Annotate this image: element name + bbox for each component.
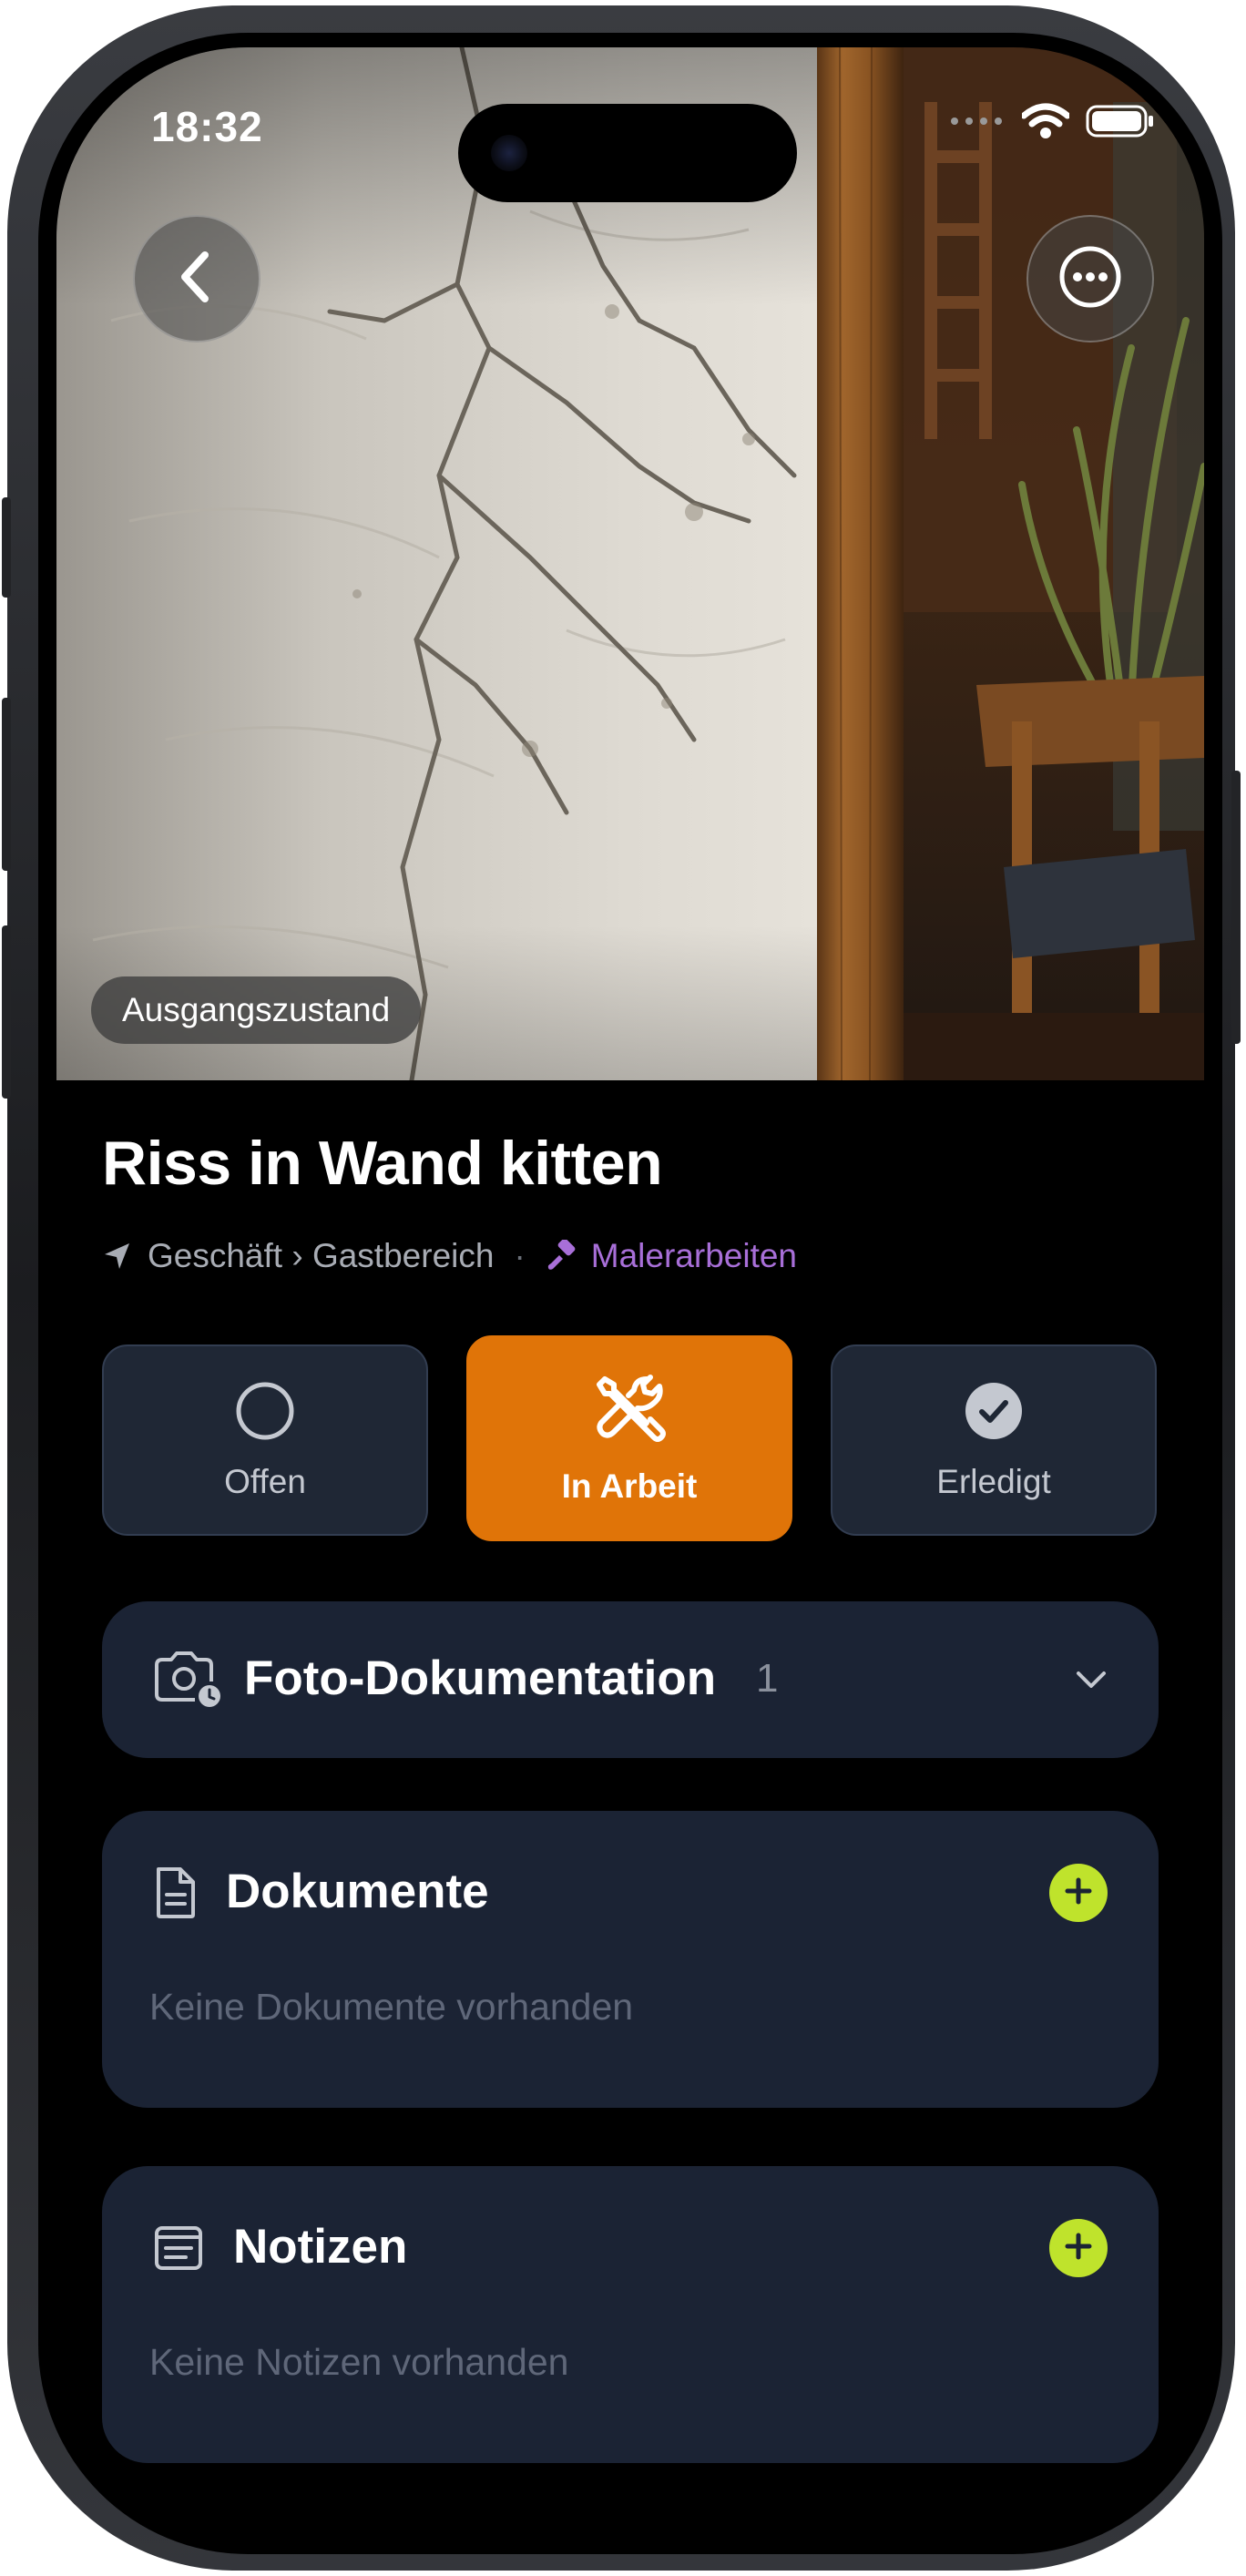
status-in-progress-button[interactable]: In Arbeit — [466, 1335, 792, 1541]
status-bar: 18:32 — [56, 47, 1204, 202]
phone-bezel: 18:32 Ausgangszustand Riss in Wand kitte… — [38, 33, 1222, 2554]
notes-empty-text: Keine Notizen vorhanden — [149, 2341, 569, 2383]
add-note-button[interactable] — [1049, 2219, 1108, 2277]
note-icon — [153, 2224, 204, 2276]
status-done-button[interactable]: Erledigt — [831, 1344, 1157, 1536]
screen: 18:32 Ausgangszustand Riss in Wand kitte… — [56, 47, 1204, 2540]
power-button — [1231, 771, 1241, 1044]
camera-icon — [153, 1651, 224, 1713]
volume-down-button — [2, 925, 11, 1099]
notes-section: Notizen Keine Notizen vorhanden — [102, 2166, 1159, 2463]
status-done-label: Erledigt — [936, 1462, 1051, 1500]
photo-section-title: Foto-Dokumentation — [244, 1651, 717, 1705]
chevron-down-icon[interactable] — [1073, 1661, 1109, 1702]
paint-brush-icon — [546, 1240, 578, 1273]
task-title: Riss in Wand kitten — [102, 1129, 663, 1198]
plus-icon — [1062, 2230, 1095, 2267]
volume-up-button — [2, 698, 11, 871]
status-open-button[interactable]: Offen — [102, 1344, 428, 1536]
notes-section-title: Notizen — [233, 2220, 408, 2274]
photo-state-badge: Ausgangszustand — [91, 976, 422, 1044]
status-time: 18:32 — [151, 103, 263, 150]
status-selector: Offen In Arbeit Erledigt — [102, 1335, 1159, 1541]
battery-icon — [1086, 104, 1155, 143]
photo-count: 1 — [756, 1656, 779, 1701]
task-location[interactable]: Geschäft › Gastbereich — [148, 1237, 494, 1275]
circle-icon — [234, 1380, 296, 1450]
chevron-left-icon — [174, 250, 220, 309]
tools-icon — [592, 1372, 667, 1455]
status-in-progress-label: In Arbeit — [561, 1467, 698, 1505]
meta-separator: · — [514, 1237, 526, 1274]
task-meta: Geschäft › Gastbereich · Malerarbeiten — [102, 1237, 797, 1275]
task-detail: Riss in Wand kitten Geschäft › Gastberei… — [56, 1080, 1204, 2540]
action-button — [2, 497, 11, 598]
document-icon — [153, 1866, 199, 1925]
plus-icon — [1062, 1875, 1095, 1912]
ellipsis-circle-icon — [1057, 244, 1123, 314]
documents-section-title: Dokumente — [226, 1865, 489, 1918]
add-document-button[interactable] — [1049, 1864, 1108, 1922]
photo-documentation-section[interactable]: Foto-Dokumentation 1 — [102, 1601, 1159, 1758]
location-arrow-icon — [102, 1241, 133, 1272]
status-icons — [949, 100, 1155, 146]
cellular-icon — [949, 112, 1006, 135]
hero-photo-area: 18:32 Ausgangszustand — [56, 47, 1204, 1080]
task-trade[interactable]: Malerarbeiten — [591, 1237, 797, 1275]
more-options-button[interactable] — [1026, 215, 1154, 342]
back-button[interactable] — [133, 215, 260, 342]
phone-frame: 18:32 Ausgangszustand Riss in Wand kitte… — [2, 5, 1241, 2571]
documents-section: Dokumente Keine Dokumente vorhanden — [102, 1811, 1159, 2108]
wifi-icon — [1020, 103, 1071, 144]
dynamic-island — [458, 104, 797, 202]
checkmark-circle-icon — [963, 1380, 1025, 1450]
cracked-wall-photo — [56, 47, 1204, 1080]
front-camera — [491, 135, 527, 171]
status-open-label: Offen — [224, 1462, 306, 1500]
documents-empty-text: Keine Dokumente vorhanden — [149, 1986, 634, 2028]
